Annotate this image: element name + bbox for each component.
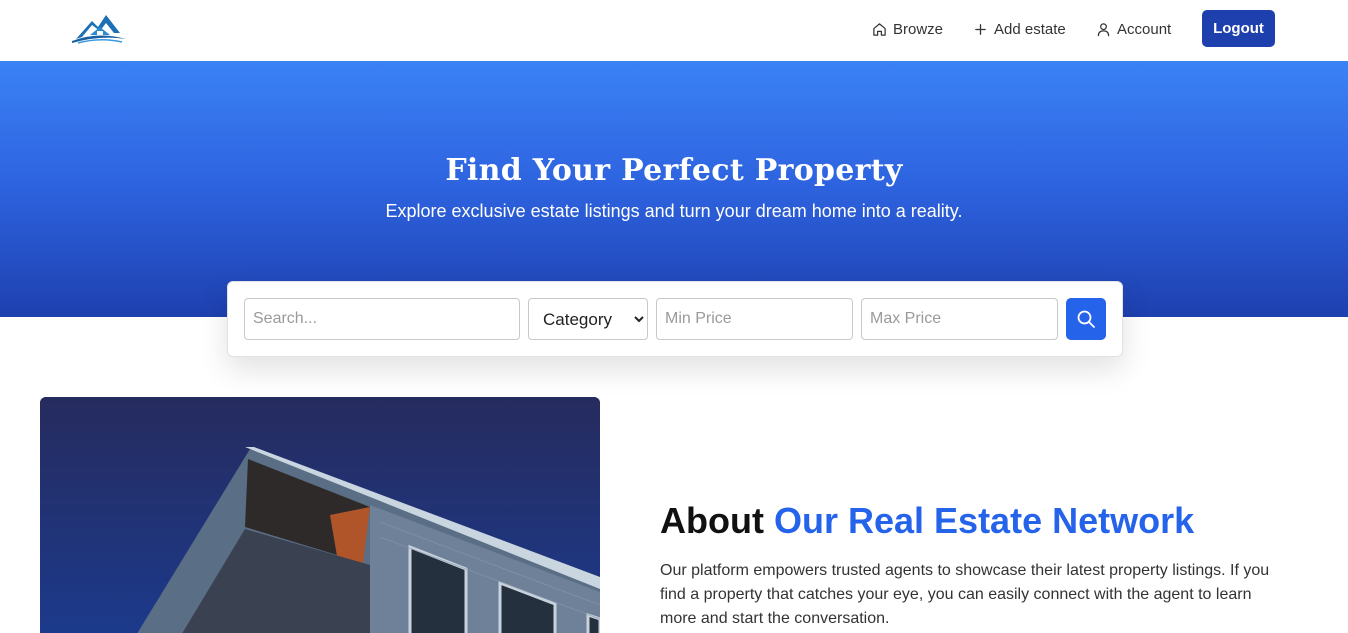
nav-browse-label: Browze [893, 20, 944, 38]
logo-icon[interactable] [70, 11, 128, 45]
about-description: Our platform empowers trusted agents to … [660, 562, 1270, 627]
max-price-input[interactable] [861, 298, 1058, 340]
min-price-input[interactable] [656, 298, 853, 340]
home-icon [873, 22, 886, 36]
nav-add-estate-label: Add estate [994, 20, 1066, 38]
hero-banner: Find Your Perfect Property Explore exclu… [0, 61, 1348, 317]
category-select[interactable]: Category [528, 298, 648, 340]
navbar: Browze Add estate Account Logout [0, 0, 1348, 61]
plus-icon [975, 23, 986, 35]
hero-subtitle: Explore exclusive estate listings and tu… [385, 201, 963, 221]
nav-browse-link[interactable]: Browze [872, 18, 943, 40]
building-photo [40, 397, 600, 633]
search-icon [1077, 310, 1095, 328]
about-heading: About Our Real Estate Network [660, 500, 1194, 542]
logout-button[interactable]: Logout [1202, 10, 1275, 47]
about-heading-plain: About [660, 500, 764, 541]
nav-account-label: Account [1117, 20, 1172, 38]
about-heading-accent: Our Real Estate Network [773, 500, 1195, 541]
user-icon [1097, 22, 1110, 36]
search-button[interactable] [1066, 298, 1106, 340]
nav-add-estate-link[interactable]: Add estate [973, 18, 1066, 40]
nav-account-link[interactable]: Account [1096, 18, 1171, 40]
search-panel: Category [227, 281, 1123, 357]
building-illustration [40, 397, 600, 633]
search-input[interactable] [244, 298, 520, 340]
hero-title: Find Your Perfect Property [445, 153, 903, 188]
